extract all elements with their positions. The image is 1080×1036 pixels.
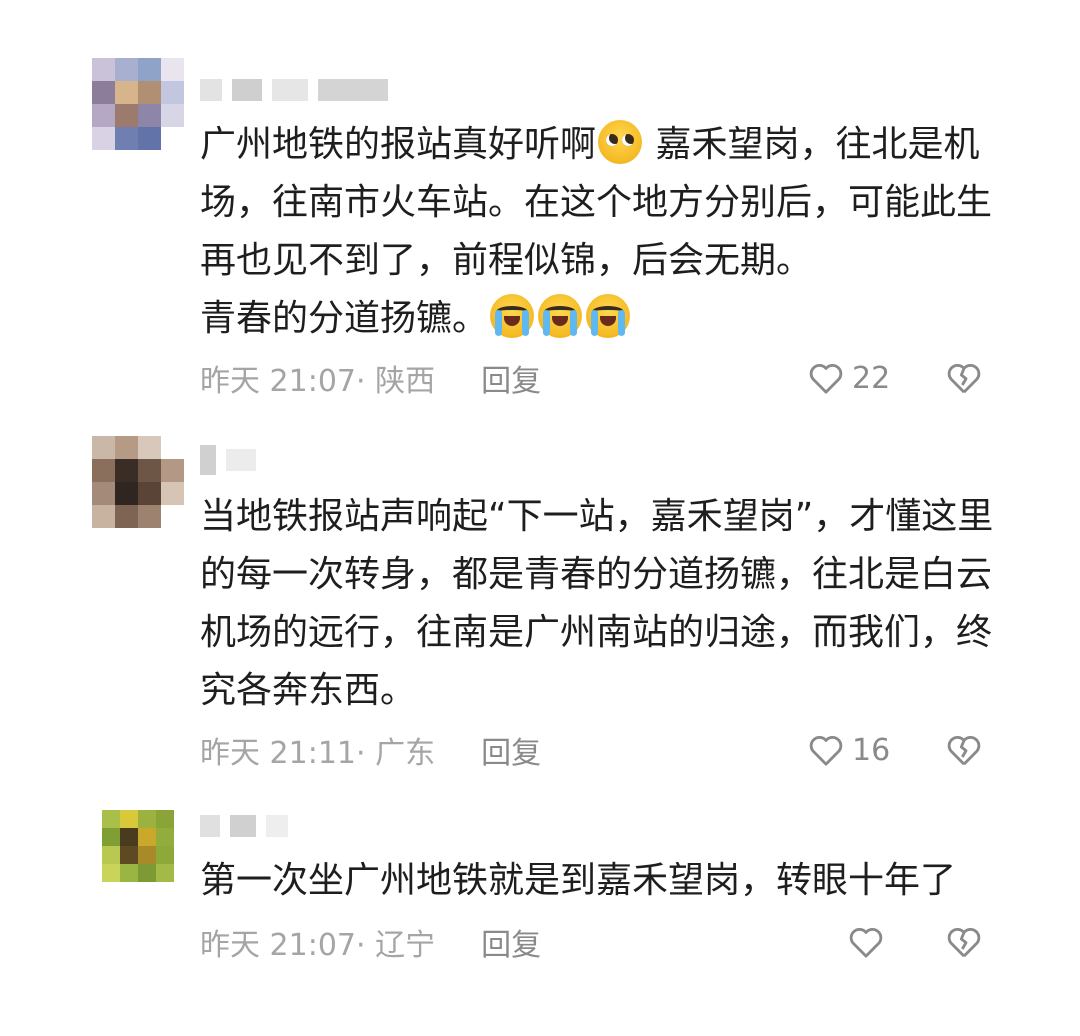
username-blurred[interactable] <box>200 76 388 104</box>
pleading-face-icon <box>598 120 643 164</box>
heart-outline-icon <box>809 735 843 766</box>
dislike-button[interactable] <box>944 920 984 964</box>
comment-time: 昨天 21:11 <box>200 736 356 771</box>
loudly-crying-face-icon <box>538 294 583 338</box>
comment-text: 第一次坐广州地铁就是到嘉禾望岗，转眼十年了 <box>200 860 957 901</box>
broken-heart-icon <box>947 363 981 394</box>
loudly-crying-face-icon <box>586 294 631 338</box>
broken-heart-icon <box>947 927 981 958</box>
loudly-crying-face-icon <box>490 294 535 338</box>
avatar[interactable] <box>92 436 184 528</box>
avatar[interactable] <box>92 58 184 150</box>
comment-meta: 昨天 21:07 · 辽宁 回复 <box>200 920 541 964</box>
like-count: 16 <box>852 732 891 768</box>
comment-location: · 陕西 <box>356 364 436 399</box>
comment-meta: 昨天 21:07 · 陕西 回复 <box>200 356 541 400</box>
like-count: 22 <box>852 360 891 396</box>
like-button[interactable]: 16 <box>806 728 890 772</box>
reply-button[interactable]: 回复 <box>481 728 541 772</box>
dislike-button[interactable] <box>944 728 984 772</box>
heart-outline-icon <box>809 363 843 394</box>
comment-meta: 昨天 21:11 · 广东 回复 <box>200 728 541 772</box>
comment-text: 广州地铁的报站真好听啊 嘉禾望岗，往北是机 场，往南市火车站。在这个地方分别后，… <box>200 116 1000 348</box>
comment-text: 当地铁报站声响起“下一站，嘉禾望岗”，才懂这里 的每一次转身，都是青春的分道扬镳… <box>200 496 994 711</box>
avatar[interactable] <box>102 810 174 882</box>
username-blurred[interactable] <box>200 812 288 840</box>
like-button[interactable] <box>846 920 892 964</box>
reply-button[interactable]: 回复 <box>481 356 541 400</box>
heart-outline-icon <box>849 927 883 958</box>
comment-time: 昨天 21:07 <box>200 364 356 399</box>
comment-time: 昨天 21:07 <box>200 928 356 963</box>
broken-heart-icon <box>947 735 981 766</box>
dislike-button[interactable] <box>944 356 984 400</box>
reply-button[interactable]: 回复 <box>481 920 541 964</box>
comment-location: · 广东 <box>356 736 436 771</box>
like-button[interactable]: 22 <box>806 356 890 400</box>
username-blurred[interactable] <box>200 445 256 475</box>
comment-location: · 辽宁 <box>356 928 436 963</box>
